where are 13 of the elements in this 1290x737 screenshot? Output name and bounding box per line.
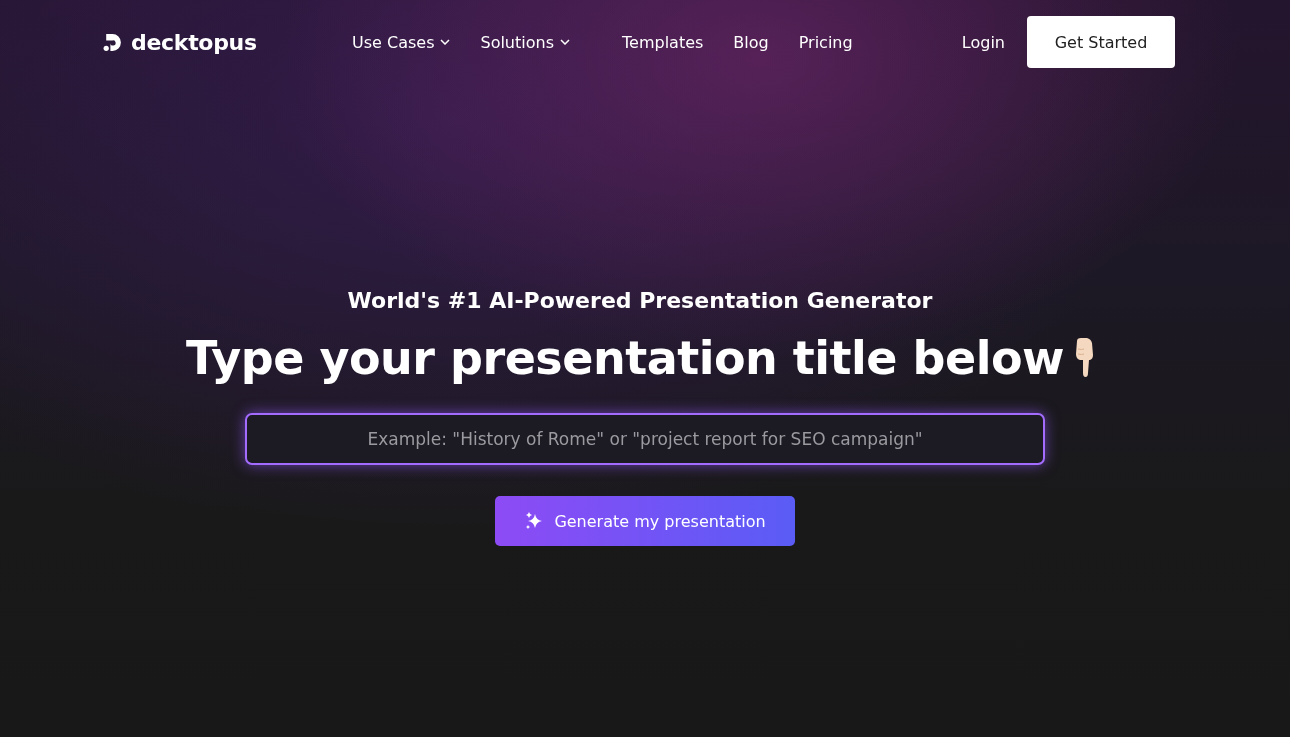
nav-link[interactable]: Pricing xyxy=(798,32,853,52)
logo-text[interactable]: decktopus xyxy=(131,29,257,55)
nav-link[interactable]: Blog xyxy=(733,32,769,52)
nav-link[interactable]: Use Cases xyxy=(352,32,451,52)
login-link[interactable]: Login xyxy=(961,32,1005,52)
generate-button[interactable]: Generate my presentation xyxy=(495,496,795,546)
get-started-button[interactable]: Get Started xyxy=(1027,16,1175,68)
hero-subtitle: World's #1 AI-Powered Presentation Generator xyxy=(347,288,933,313)
title-input-field[interactable]: Example: "History of Rome" or "project report for SEO campaign" xyxy=(245,413,1045,465)
nav-link[interactable]: Solutions xyxy=(480,32,570,52)
logo-icon xyxy=(102,31,123,53)
hero-title: Type your presentation title below xyxy=(185,331,1065,385)
nav-link[interactable]: Templates xyxy=(622,32,704,52)
